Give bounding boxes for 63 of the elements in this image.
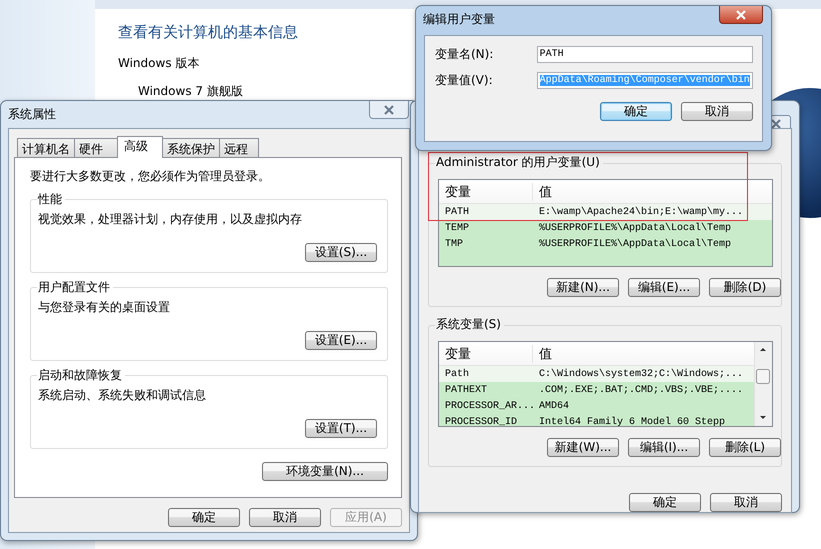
variable-value: Intel64 Family 6 Model 60 Stepp <box>538 416 726 426</box>
variable-value: %USERPROFILE%\AppData\Local\Temp <box>538 238 732 250</box>
close-button[interactable] <box>719 6 763 24</box>
variable-value: AMD64 <box>538 400 570 412</box>
list-button[interactable]: 新建(W)... <box>547 438 619 457</box>
variable-value: C:\Windows\system32;C:\Windows;... <box>538 368 744 380</box>
notice-text: 要进行大多数更改，您必须作为管理员登录。 <box>30 168 271 185</box>
column-header[interactable]: 变量 <box>439 344 533 362</box>
window-title: 系统属性 <box>8 106 56 123</box>
group-title: Administrator 的用户变量(U) <box>435 154 603 171</box>
variable-name: Path <box>444 368 470 380</box>
variable-value: E:\wamp\Apache24\bin;E:\wamp\my... <box>538 206 744 218</box>
column-header[interactable]: 值 <box>533 182 552 200</box>
group-title: 系统变量(S) <box>435 316 504 333</box>
group-description: 与您登录有关的桌面设置 <box>38 299 171 316</box>
close-icon <box>383 104 395 114</box>
list-button[interactable]: 编辑(I)... <box>628 438 700 457</box>
field-label: 变量值(V): <box>435 72 494 89</box>
column-header[interactable]: 值 <box>533 344 552 362</box>
window-title: 编辑用户变量 <box>423 11 495 28</box>
list-button[interactable]: 编辑(E)... <box>628 278 700 297</box>
environment-variables-button[interactable]: 环境变量(N)... <box>262 462 388 481</box>
list-button[interactable]: 删除(L) <box>709 438 781 457</box>
field-label: 变量名(N): <box>435 46 494 63</box>
column-header[interactable]: 变量 <box>439 182 533 200</box>
variable-name: TMP <box>444 238 464 250</box>
variable-value: .COM;.EXE;.BAT;.CMD;.VBS;.VBE;.... <box>538 384 744 396</box>
dialog-button[interactable]: 取消 <box>249 508 321 527</box>
variable-name: PROCESSOR_AR... <box>444 400 533 412</box>
settings-button[interactable]: 设置(S)... <box>305 243 377 262</box>
edition-text: Windows 7 旗舰版 <box>138 83 244 100</box>
dialog-button[interactable]: 确定 <box>629 493 701 512</box>
page-heading: 查看有关计算机的基本信息 <box>118 23 299 42</box>
group-title: 启动和故障恢复 <box>37 367 125 384</box>
list-button[interactable]: 删除(D) <box>709 278 781 297</box>
tab[interactable]: 系统保护 <box>162 138 220 157</box>
group-description: 视觉效果，处理器计划，内存使用，以及虚拟内存 <box>38 211 303 228</box>
list-button[interactable]: 新建(N)... <box>547 278 619 297</box>
close-icon <box>735 10 747 20</box>
dialog-button[interactable]: 取消 <box>710 493 782 512</box>
tab[interactable]: 计算机名 <box>17 138 75 157</box>
scrollbar[interactable] <box>754 342 772 426</box>
group-title: 性能 <box>37 191 65 208</box>
section-label: Windows 版本 <box>118 55 200 72</box>
dialog-button[interactable]: 确定 <box>168 508 240 527</box>
settings-button[interactable]: 设置(T)... <box>305 419 377 438</box>
group-description: 系统启动、系统失败和调试信息 <box>38 387 207 404</box>
dialog-button: 应用(A) <box>330 508 402 527</box>
variable-name: PATHEXT <box>444 384 488 396</box>
group-title: 用户配置文件 <box>37 279 113 296</box>
list-row[interactable]: PATH E:\wamp\Apache24\bin;E:\wamp\my... <box>439 204 772 220</box>
variable-name: PROCESSOR_ID <box>444 416 518 426</box>
tab[interactable]: 硬件 <box>74 138 118 157</box>
variable-name: TEMP <box>444 222 470 234</box>
variable-value: %USERPROFILE%\AppData\Local\Temp <box>538 222 732 234</box>
text-field[interactable]: PATH <box>536 46 753 63</box>
dialog-button[interactable]: 确定 <box>600 102 672 121</box>
tab[interactable]: 高级 <box>117 136 163 158</box>
variable-name: PATH <box>444 206 470 218</box>
dialog-button[interactable]: 取消 <box>681 102 753 121</box>
tab[interactable]: 远程 <box>219 138 259 157</box>
list-row[interactable]: Path C:\Windows\system32;C:\Windows;... <box>439 366 754 382</box>
settings-button[interactable]: 设置(E)... <box>305 331 377 350</box>
